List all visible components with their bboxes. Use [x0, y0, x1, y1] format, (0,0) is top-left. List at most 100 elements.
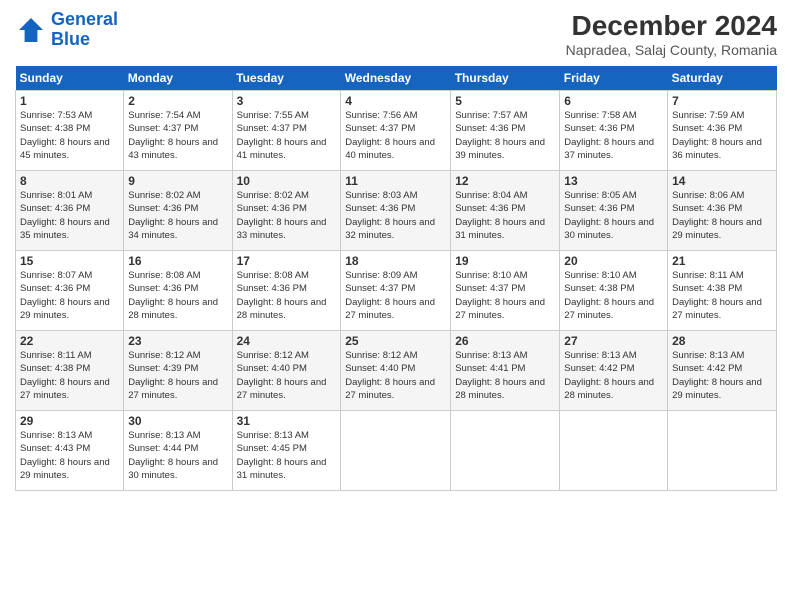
calendar-cell: 6Sunrise: 7:58 AMSunset: 4:36 PMDaylight… [560, 91, 668, 171]
calendar-cell: 16Sunrise: 8:08 AMSunset: 4:36 PMDayligh… [124, 251, 232, 331]
day-info: Sunrise: 8:04 AMSunset: 4:36 PMDaylight:… [455, 189, 555, 242]
day-number: 21 [672, 254, 772, 268]
calendar-cell: 2Sunrise: 7:54 AMSunset: 4:37 PMDaylight… [124, 91, 232, 171]
day-number: 7 [672, 94, 772, 108]
day-info: Sunrise: 8:13 AMSunset: 4:42 PMDaylight:… [672, 349, 772, 402]
calendar-cell [668, 411, 777, 491]
calendar-cell: 21Sunrise: 8:11 AMSunset: 4:38 PMDayligh… [668, 251, 777, 331]
day-number: 16 [128, 254, 227, 268]
day-number: 25 [345, 334, 446, 348]
day-number: 9 [128, 174, 227, 188]
day-info: Sunrise: 8:08 AMSunset: 4:36 PMDaylight:… [128, 269, 227, 322]
calendar-cell: 12Sunrise: 8:04 AMSunset: 4:36 PMDayligh… [451, 171, 560, 251]
calendar-cell: 26Sunrise: 8:13 AMSunset: 4:41 PMDayligh… [451, 331, 560, 411]
page: General Blue December 2024 Napradea, Sal… [0, 0, 792, 612]
calendar-cell: 30Sunrise: 8:13 AMSunset: 4:44 PMDayligh… [124, 411, 232, 491]
calendar-cell: 29Sunrise: 8:13 AMSunset: 4:43 PMDayligh… [16, 411, 124, 491]
day-number: 27 [564, 334, 663, 348]
day-number: 3 [237, 94, 337, 108]
col-saturday: Saturday [668, 66, 777, 91]
day-number: 19 [455, 254, 555, 268]
calendar-cell: 28Sunrise: 8:13 AMSunset: 4:42 PMDayligh… [668, 331, 777, 411]
calendar-cell: 24Sunrise: 8:12 AMSunset: 4:40 PMDayligh… [232, 331, 341, 411]
day-number: 2 [128, 94, 227, 108]
calendar-cell: 10Sunrise: 8:02 AMSunset: 4:36 PMDayligh… [232, 171, 341, 251]
col-monday: Monday [124, 66, 232, 91]
col-thursday: Thursday [451, 66, 560, 91]
day-number: 24 [237, 334, 337, 348]
day-number: 11 [345, 174, 446, 188]
day-info: Sunrise: 8:07 AMSunset: 4:36 PMDaylight:… [20, 269, 119, 322]
calendar-cell: 31Sunrise: 8:13 AMSunset: 4:45 PMDayligh… [232, 411, 341, 491]
day-number: 17 [237, 254, 337, 268]
day-info: Sunrise: 8:11 AMSunset: 4:38 PMDaylight:… [672, 269, 772, 322]
day-info: Sunrise: 8:13 AMSunset: 4:45 PMDaylight:… [237, 429, 337, 482]
week-row-1: 8Sunrise: 8:01 AMSunset: 4:36 PMDaylight… [16, 171, 777, 251]
week-row-0: 1Sunrise: 7:53 AMSunset: 4:38 PMDaylight… [16, 91, 777, 171]
calendar-cell: 25Sunrise: 8:12 AMSunset: 4:40 PMDayligh… [341, 331, 451, 411]
day-number: 29 [20, 414, 119, 428]
day-info: Sunrise: 7:57 AMSunset: 4:36 PMDaylight:… [455, 109, 555, 162]
day-info: Sunrise: 8:05 AMSunset: 4:36 PMDaylight:… [564, 189, 663, 242]
week-row-3: 22Sunrise: 8:11 AMSunset: 4:38 PMDayligh… [16, 331, 777, 411]
day-number: 5 [455, 94, 555, 108]
calendar-cell [560, 411, 668, 491]
day-info: Sunrise: 8:13 AMSunset: 4:43 PMDaylight:… [20, 429, 119, 482]
subtitle: Napradea, Salaj County, Romania [566, 42, 777, 58]
main-title: December 2024 [566, 10, 777, 42]
calendar-cell: 9Sunrise: 8:02 AMSunset: 4:36 PMDaylight… [124, 171, 232, 251]
day-info: Sunrise: 8:01 AMSunset: 4:36 PMDaylight:… [20, 189, 119, 242]
header: General Blue December 2024 Napradea, Sal… [15, 10, 777, 58]
day-info: Sunrise: 8:08 AMSunset: 4:36 PMDaylight:… [237, 269, 337, 322]
calendar-cell [341, 411, 451, 491]
day-info: Sunrise: 7:59 AMSunset: 4:36 PMDaylight:… [672, 109, 772, 162]
day-info: Sunrise: 7:58 AMSunset: 4:36 PMDaylight:… [564, 109, 663, 162]
day-info: Sunrise: 8:02 AMSunset: 4:36 PMDaylight:… [237, 189, 337, 242]
calendar-cell: 18Sunrise: 8:09 AMSunset: 4:37 PMDayligh… [341, 251, 451, 331]
calendar-cell: 17Sunrise: 8:08 AMSunset: 4:36 PMDayligh… [232, 251, 341, 331]
logo: General Blue [15, 10, 118, 50]
day-number: 10 [237, 174, 337, 188]
day-info: Sunrise: 8:12 AMSunset: 4:40 PMDaylight:… [345, 349, 446, 402]
day-number: 22 [20, 334, 119, 348]
col-tuesday: Tuesday [232, 66, 341, 91]
calendar-cell: 4Sunrise: 7:56 AMSunset: 4:37 PMDaylight… [341, 91, 451, 171]
day-info: Sunrise: 7:56 AMSunset: 4:37 PMDaylight:… [345, 109, 446, 162]
calendar-cell: 14Sunrise: 8:06 AMSunset: 4:36 PMDayligh… [668, 171, 777, 251]
day-number: 8 [20, 174, 119, 188]
calendar-cell: 23Sunrise: 8:12 AMSunset: 4:39 PMDayligh… [124, 331, 232, 411]
header-row: Sunday Monday Tuesday Wednesday Thursday… [16, 66, 777, 91]
day-info: Sunrise: 7:55 AMSunset: 4:37 PMDaylight:… [237, 109, 337, 162]
calendar-cell: 1Sunrise: 7:53 AMSunset: 4:38 PMDaylight… [16, 91, 124, 171]
week-row-2: 15Sunrise: 8:07 AMSunset: 4:36 PMDayligh… [16, 251, 777, 331]
day-number: 12 [455, 174, 555, 188]
day-info: Sunrise: 8:12 AMSunset: 4:40 PMDaylight:… [237, 349, 337, 402]
day-info: Sunrise: 8:13 AMSunset: 4:42 PMDaylight:… [564, 349, 663, 402]
day-number: 1 [20, 94, 119, 108]
calendar-cell: 8Sunrise: 8:01 AMSunset: 4:36 PMDaylight… [16, 171, 124, 251]
day-info: Sunrise: 8:12 AMSunset: 4:39 PMDaylight:… [128, 349, 227, 402]
calendar-cell: 3Sunrise: 7:55 AMSunset: 4:37 PMDaylight… [232, 91, 341, 171]
day-info: Sunrise: 8:13 AMSunset: 4:41 PMDaylight:… [455, 349, 555, 402]
week-row-4: 29Sunrise: 8:13 AMSunset: 4:43 PMDayligh… [16, 411, 777, 491]
day-number: 13 [564, 174, 663, 188]
day-info: Sunrise: 7:53 AMSunset: 4:38 PMDaylight:… [20, 109, 119, 162]
col-wednesday: Wednesday [341, 66, 451, 91]
day-number: 28 [672, 334, 772, 348]
day-info: Sunrise: 8:06 AMSunset: 4:36 PMDaylight:… [672, 189, 772, 242]
day-info: Sunrise: 8:02 AMSunset: 4:36 PMDaylight:… [128, 189, 227, 242]
day-info: Sunrise: 8:09 AMSunset: 4:37 PMDaylight:… [345, 269, 446, 322]
day-info: Sunrise: 8:11 AMSunset: 4:38 PMDaylight:… [20, 349, 119, 402]
calendar-cell [451, 411, 560, 491]
day-number: 20 [564, 254, 663, 268]
day-info: Sunrise: 8:03 AMSunset: 4:36 PMDaylight:… [345, 189, 446, 242]
day-number: 4 [345, 94, 446, 108]
calendar-cell: 19Sunrise: 8:10 AMSunset: 4:37 PMDayligh… [451, 251, 560, 331]
calendar-cell: 11Sunrise: 8:03 AMSunset: 4:36 PMDayligh… [341, 171, 451, 251]
calendar-cell: 7Sunrise: 7:59 AMSunset: 4:36 PMDaylight… [668, 91, 777, 171]
calendar-cell: 15Sunrise: 8:07 AMSunset: 4:36 PMDayligh… [16, 251, 124, 331]
col-friday: Friday [560, 66, 668, 91]
day-number: 30 [128, 414, 227, 428]
calendar-cell: 5Sunrise: 7:57 AMSunset: 4:36 PMDaylight… [451, 91, 560, 171]
calendar-cell: 27Sunrise: 8:13 AMSunset: 4:42 PMDayligh… [560, 331, 668, 411]
